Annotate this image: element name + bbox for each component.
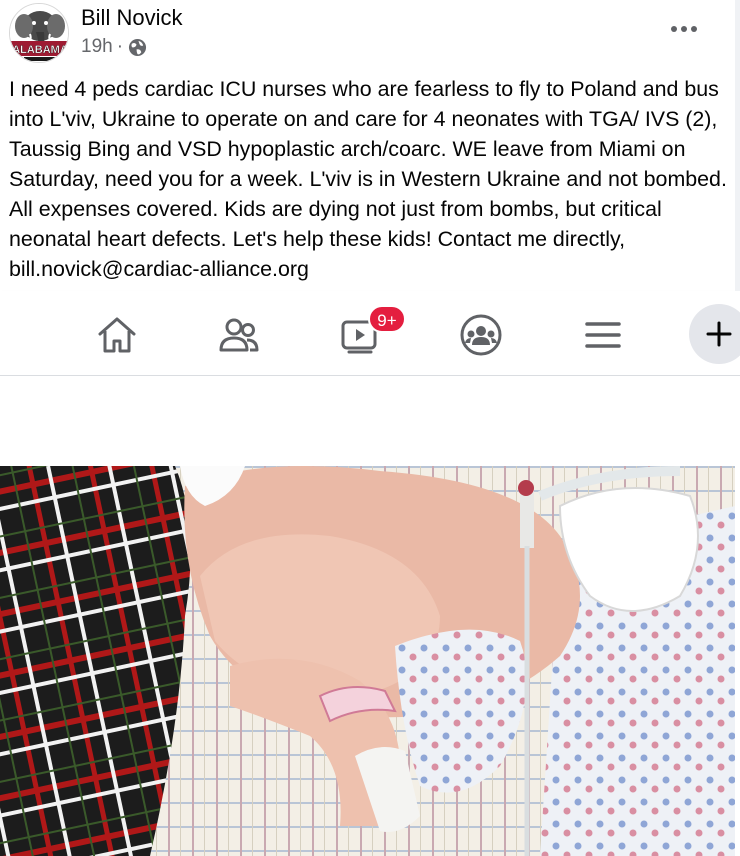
nav-groups[interactable] (459, 313, 503, 357)
bottom-nav-bar: 9+ (0, 291, 740, 376)
nav-menu[interactable] (581, 313, 625, 357)
alabama-elephant-logo: ALABAMA (10, 4, 68, 62)
post-time[interactable]: 19h (81, 36, 113, 58)
post-meta: 19h · (81, 36, 147, 58)
more-horizontal-icon (681, 26, 687, 32)
meta-separator: · (116, 36, 124, 57)
globe-icon[interactable] (128, 38, 147, 57)
menu-icon (585, 322, 621, 348)
neighbor-edge (735, 0, 740, 300)
create-post-button[interactable] (689, 304, 740, 364)
more-horizontal-icon (691, 26, 697, 32)
more-horizontal-icon (671, 26, 677, 32)
more-options-button[interactable] (664, 14, 704, 44)
nav-friends[interactable] (217, 313, 261, 357)
friends-icon (219, 318, 259, 352)
post-photo[interactable] (0, 466, 735, 856)
avatar-wordmark: ALABAMA (12, 44, 68, 56)
post-header: ALABAMA Bill Novick 19h · (0, 0, 740, 70)
watch-notification-badge: 9+ (368, 305, 406, 333)
author-name[interactable]: Bill Novick (81, 5, 182, 31)
post-text: I need 4 peds cardiac ICU nurses who are… (9, 77, 727, 281)
home-icon (98, 317, 136, 353)
plus-icon (706, 321, 732, 347)
nav-home[interactable] (95, 313, 139, 357)
author-avatar[interactable]: ALABAMA (9, 3, 69, 63)
newborn-photo-illustration (0, 466, 735, 856)
feed-spacer (0, 376, 740, 466)
groups-icon (460, 314, 502, 356)
